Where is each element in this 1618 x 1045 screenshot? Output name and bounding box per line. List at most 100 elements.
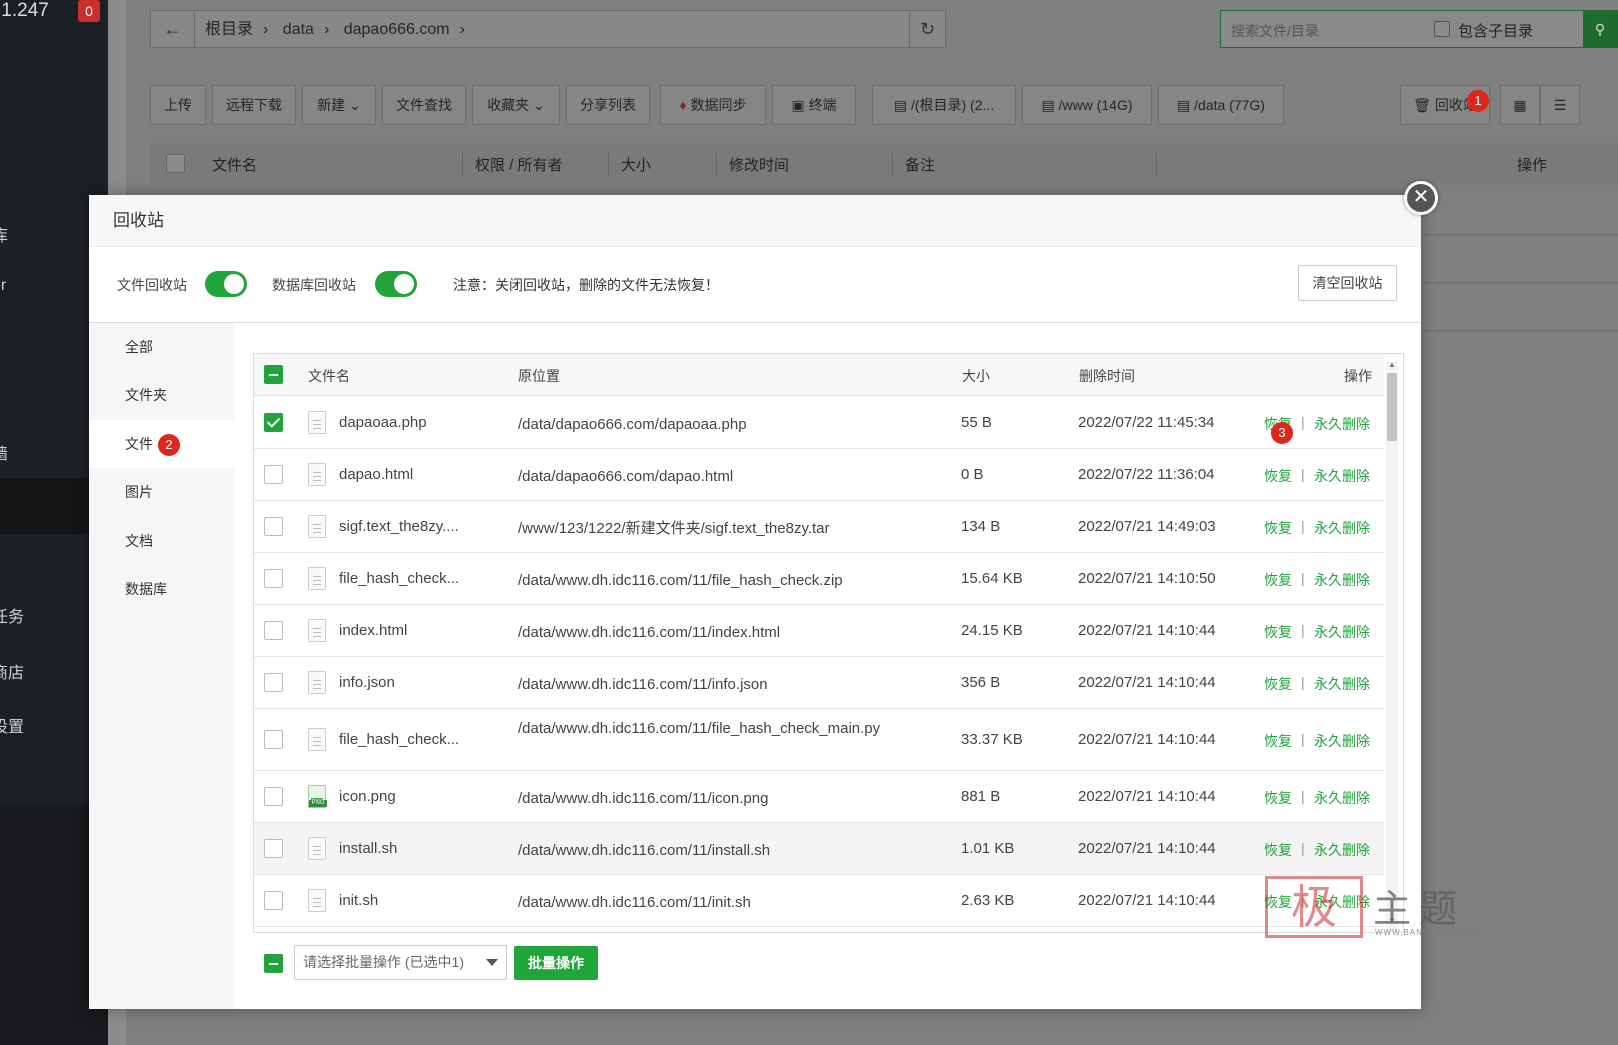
permanent-delete-link[interactable]: 永久删除: [1314, 466, 1370, 486]
sidebar-item-tasks[interactable]: 任务: [0, 603, 24, 627]
restore-link[interactable]: 恢复: [1264, 788, 1292, 808]
search-icon[interactable]: ⚲: [1583, 11, 1617, 47]
file-recycle-toggle[interactable]: [205, 271, 247, 297]
clear-recycle-button[interactable]: 清空回收站: [1298, 265, 1397, 301]
upload-button[interactable]: 上传: [150, 85, 206, 125]
restore-link[interactable]: 恢复: [1264, 892, 1292, 912]
row-checkbox[interactable]: [264, 673, 283, 692]
close-icon[interactable]: ✕: [1404, 181, 1438, 215]
sidebar-item-firewall[interactable]: 墙: [0, 440, 8, 464]
row-checkbox[interactable]: [264, 465, 283, 484]
row-checkbox[interactable]: [264, 891, 283, 910]
sidebar-item-settings[interactable]: 设置: [0, 713, 24, 737]
category-database[interactable]: 数据库: [89, 565, 234, 613]
crumb-site[interactable]: dapao666.com: [344, 21, 450, 38]
table-row[interactable]: file_hash_check... /data/www.dh.idc116.co…: [254, 709, 1384, 771]
select-all-checkbox[interactable]: [166, 154, 185, 173]
permanent-delete-link[interactable]: 永久删除: [1314, 674, 1370, 694]
table-row[interactable]: info.json/data/www.dh.idc116.com/11/info…: [254, 657, 1384, 709]
table-row[interactable]: install.sh/data/www.dh.idc116.com/11/ins…: [254, 823, 1384, 875]
batch-operation-button[interactable]: 批量操作: [514, 946, 598, 980]
file-size: 33.37 KB: [961, 731, 1023, 748]
action-separator: |: [1301, 570, 1305, 586]
row-checkbox[interactable]: [264, 839, 283, 858]
row-checkbox[interactable]: [264, 569, 283, 588]
table-row[interactable]: icon.png/data/www.dh.idc116.com/11/icon.…: [254, 771, 1384, 823]
col-size[interactable]: 大小: [621, 154, 651, 175]
category-image[interactable]: 图片: [89, 468, 234, 516]
col-deleted-time: 删除时间: [1079, 368, 1135, 384]
notification-badge[interactable]: 0: [78, 0, 100, 22]
restore-link[interactable]: 恢复: [1264, 466, 1292, 486]
restore-link[interactable]: 恢复: [1264, 622, 1292, 642]
permanent-delete-link[interactable]: 永久删除: [1314, 622, 1370, 642]
refresh-icon[interactable]: ↻: [909, 11, 945, 47]
disk-root-button[interactable]: ▤ /(根目录) (2...: [872, 85, 1016, 125]
category-all[interactable]: 全部: [89, 323, 234, 371]
crumb-root[interactable]: 根目录: [205, 21, 253, 38]
permanent-delete-link[interactable]: 永久删除: [1314, 570, 1370, 590]
back-arrow-icon[interactable]: ←: [151, 11, 195, 47]
db-recycle-toggle[interactable]: [375, 271, 417, 297]
deleted-time: 2022/07/21 14:10:44: [1078, 788, 1216, 805]
col-permission[interactable]: 权限 / 所有者: [475, 154, 563, 175]
disk-root-label: /(根目录) (2...: [910, 97, 995, 113]
table-row[interactable]: index.html/data/www.dh.idc116.com/11/ind…: [254, 605, 1384, 657]
permanent-delete-link[interactable]: 永久删除: [1314, 788, 1370, 808]
table-row[interactable]: sigf.text_the8zy.... /www/123/1222/新建文件夹/…: [254, 501, 1384, 553]
disk-icon: ▤: [893, 97, 908, 113]
remote-download-button[interactable]: 远程下载: [212, 85, 296, 125]
permanent-delete-link[interactable]: 永久删除: [1314, 518, 1370, 538]
include-subdir-checkbox[interactable]: [1434, 21, 1450, 37]
permanent-delete-link[interactable]: 永久删除: [1314, 731, 1370, 751]
sidebar-item-database[interactable]: 库: [0, 222, 8, 246]
permanent-delete-link[interactable]: 永久删除: [1314, 840, 1370, 860]
restore-link[interactable]: 恢复: [1264, 518, 1292, 538]
new-label: 新建: [317, 97, 346, 113]
row-checkbox[interactable]: [264, 621, 283, 640]
row-checkbox[interactable]: [264, 787, 283, 806]
disk-data-button[interactable]: ▤ /data (77G): [1158, 85, 1284, 125]
favorites-button[interactable]: 收藏夹 ⌄: [472, 85, 560, 125]
col-op: 操作: [1517, 157, 1548, 174]
restore-link[interactable]: 恢复: [1264, 570, 1292, 590]
new-button[interactable]: 新建 ⌄: [302, 85, 376, 125]
row-checkbox[interactable]: [264, 730, 283, 749]
table-row[interactable]: dapao.html/data/dapao666.com/dapao.html 0…: [254, 449, 1384, 501]
grid-view-icon[interactable]: ▦: [1500, 85, 1540, 125]
permanent-delete-link[interactable]: 永久删除: [1314, 414, 1370, 434]
table-row[interactable]: init.sh/data/www.dh.idc116.com/11/init.s…: [254, 875, 1384, 927]
restore-link[interactable]: 恢复: [1264, 840, 1292, 860]
search-input[interactable]: 搜索文件/目录: [1231, 21, 1319, 41]
col-mtime[interactable]: 修改时间: [729, 154, 789, 175]
category-folder[interactable]: 文件夹: [89, 371, 234, 419]
scroll-down-icon[interactable]: ▼: [1386, 915, 1398, 927]
select-all-checkbox[interactable]: [264, 365, 283, 384]
col-name[interactable]: 文件名: [212, 154, 257, 175]
restore-link[interactable]: 恢复: [1264, 674, 1292, 694]
restore-link[interactable]: 恢复: [1264, 731, 1292, 751]
scrollbar[interactable]: [1386, 361, 1398, 933]
terminal-button[interactable]: ▣ 终端: [772, 85, 856, 125]
deleted-time: 2022/07/21 14:10:44: [1078, 674, 1216, 691]
data-sync-button[interactable]: ♦ 数据同步: [660, 85, 766, 125]
disk-www-button[interactable]: ▤ /www (14G): [1022, 85, 1152, 125]
file-size: 2.63 KB: [961, 892, 1015, 909]
batch-select-checkbox[interactable]: [264, 954, 283, 973]
permanent-delete-link[interactable]: 永久删除: [1314, 892, 1370, 912]
table-row[interactable]: dapaoaa.php/data/dapao666.com/dapaoaa.ph…: [254, 397, 1384, 449]
sidebar-item-store[interactable]: 商店: [0, 659, 24, 683]
share-list-button[interactable]: 分享列表: [566, 85, 650, 125]
row-checkbox[interactable]: [264, 517, 283, 536]
deleted-time: 2022/07/21 14:10:50: [1078, 570, 1216, 587]
list-view-icon[interactable]: ☰: [1540, 85, 1580, 125]
row-checkbox[interactable]: [264, 413, 283, 432]
scrollbar-thumb[interactable]: [1387, 373, 1397, 441]
scroll-up-icon[interactable]: ▲: [1386, 359, 1398, 371]
file-find-button[interactable]: 文件查找: [382, 85, 466, 125]
table-row[interactable]: file_hash_check... /data/www.dh.idc116.co…: [254, 553, 1384, 605]
crumb-data[interactable]: data: [283, 21, 314, 38]
category-document[interactable]: 文档: [89, 517, 234, 565]
sidebar-item-docker[interactable]: er: [0, 277, 6, 295]
batch-operation-select[interactable]: 请选择批量操作 (已选中1): [294, 945, 507, 980]
